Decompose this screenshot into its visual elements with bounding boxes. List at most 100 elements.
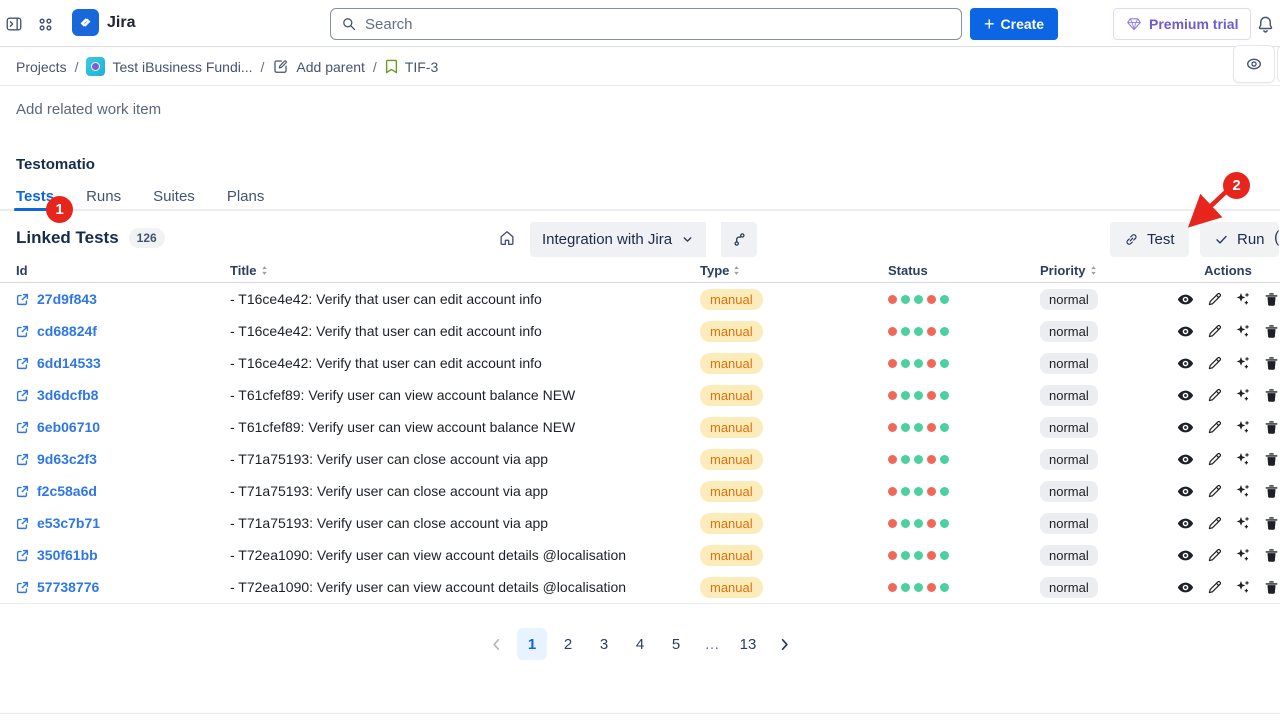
type-badge: manual — [700, 481, 763, 502]
external-link-icon[interactable] — [16, 581, 29, 594]
external-link-icon[interactable] — [16, 293, 29, 306]
sparkles-icon[interactable] — [1235, 323, 1251, 339]
chevron-right-icon[interactable] — [769, 628, 799, 660]
pencil-icon[interactable] — [1207, 292, 1222, 307]
test-id-link[interactable]: 6dd14533 — [37, 355, 101, 371]
search-input[interactable] — [365, 16, 951, 33]
trash-icon[interactable] — [1264, 324, 1279, 339]
sparkles-icon[interactable] — [1235, 387, 1251, 403]
pencil-icon[interactable] — [1207, 580, 1222, 595]
eye-icon[interactable] — [1177, 291, 1194, 308]
test-id-link[interactable]: 3d6dcfb8 — [37, 387, 98, 403]
test-title: - T71a75193: Verify user can close accou… — [230, 483, 548, 499]
test-id-link[interactable]: cd68824f — [37, 323, 97, 339]
external-link-icon[interactable] — [16, 389, 29, 402]
test-id-link[interactable]: 57738776 — [37, 579, 99, 595]
trash-icon[interactable] — [1264, 452, 1279, 467]
tab-plans[interactable]: Plans — [227, 188, 265, 209]
pencil-icon[interactable] — [1207, 388, 1222, 403]
eye-icon[interactable] — [1177, 483, 1194, 500]
status-dot-green — [914, 487, 923, 496]
page-button-5[interactable]: 5 — [661, 628, 691, 660]
test-id-link[interactable]: 27d9f843 — [37, 291, 97, 307]
external-link-icon[interactable] — [16, 421, 29, 434]
test-id-link[interactable]: 350f61bb — [37, 547, 98, 563]
trash-icon[interactable] — [1264, 388, 1279, 403]
sparkles-icon[interactable] — [1235, 515, 1251, 531]
page-button-2[interactable]: 2 — [553, 628, 583, 660]
header-type[interactable]: Type — [700, 263, 888, 278]
tab-runs[interactable]: Runs — [86, 188, 121, 209]
page-button-4[interactable]: 4 — [625, 628, 655, 660]
trash-icon[interactable] — [1264, 484, 1279, 499]
test-id-link[interactable]: f2c58a6d — [37, 483, 97, 499]
pencil-icon[interactable] — [1207, 324, 1222, 339]
eye-icon[interactable] — [1177, 355, 1194, 372]
sparkles-icon[interactable] — [1235, 355, 1251, 371]
header-id[interactable]: Id — [16, 263, 230, 278]
page-button-3[interactable]: 3 — [589, 628, 619, 660]
eye-icon[interactable] — [1177, 387, 1194, 404]
breadcrumb-issue[interactable]: TIF-3 — [385, 59, 438, 75]
home-icon[interactable] — [498, 229, 516, 252]
bookmark-icon — [385, 59, 398, 74]
sparkles-icon[interactable] — [1235, 579, 1251, 595]
add-parent-button[interactable]: Add parent — [272, 58, 365, 75]
pencil-icon[interactable] — [1207, 516, 1222, 531]
trash-icon[interactable] — [1264, 516, 1279, 531]
sparkles-icon[interactable] — [1235, 419, 1251, 435]
header-priority[interactable]: Priority — [1040, 263, 1180, 278]
eye-icon[interactable] — [1177, 579, 1194, 596]
trash-icon[interactable] — [1264, 580, 1279, 595]
pencil-icon[interactable] — [1207, 356, 1222, 371]
priority-badge: normal — [1040, 289, 1098, 310]
trash-icon[interactable] — [1264, 356, 1279, 371]
external-link-icon[interactable] — [16, 325, 29, 338]
branch-icon[interactable] — [719, 222, 757, 257]
breadcrumb-projects[interactable]: Projects — [16, 59, 67, 75]
pencil-icon[interactable] — [1207, 484, 1222, 499]
add-related-work-item[interactable]: Add related work item — [16, 101, 161, 118]
premium-trial-button[interactable]: Premium trial — [1113, 8, 1251, 40]
sparkles-icon[interactable] — [1235, 547, 1251, 563]
test-id-link[interactable]: 6eb06710 — [37, 419, 100, 435]
breadcrumb-project[interactable]: Test iBusiness Fundi... — [86, 57, 252, 76]
pencil-icon[interactable] — [1207, 548, 1222, 563]
app-switcher-icon[interactable] — [33, 12, 57, 36]
add-test-button[interactable]: Test — [1110, 222, 1189, 257]
sparkles-icon[interactable] — [1235, 483, 1251, 499]
watch-button[interactable] — [1233, 45, 1275, 83]
trash-icon[interactable] — [1264, 548, 1279, 563]
eye-icon[interactable] — [1177, 515, 1194, 532]
page-button-13[interactable]: 13 — [733, 628, 763, 660]
trash-icon[interactable] — [1264, 420, 1279, 435]
priority-badge: normal — [1040, 577, 1098, 598]
external-link-icon[interactable] — [16, 549, 29, 562]
tab-suites[interactable]: Suites — [153, 188, 195, 209]
test-id-link[interactable]: e53c7b71 — [37, 515, 100, 531]
pencil-icon[interactable] — [1207, 452, 1222, 467]
header-title[interactable]: Title — [230, 263, 700, 278]
eye-icon[interactable] — [1177, 451, 1194, 468]
sparkles-icon[interactable] — [1235, 451, 1251, 467]
external-link-icon[interactable] — [16, 517, 29, 530]
page-button-1[interactable]: 1 — [517, 628, 547, 660]
create-button[interactable]: + Create — [970, 8, 1058, 40]
pencil-icon[interactable] — [1207, 420, 1222, 435]
external-link-icon[interactable] — [16, 453, 29, 466]
test-id-link[interactable]: 9d63c2f3 — [37, 451, 97, 467]
sparkles-icon[interactable] — [1235, 291, 1251, 307]
page-numbers: 12345…13 — [517, 628, 763, 660]
trash-icon[interactable] — [1264, 292, 1279, 307]
jira-logo[interactable]: Jira — [72, 9, 135, 36]
test-title: - T72ea1090: Verify user can view accoun… — [230, 547, 626, 563]
bell-icon[interactable] — [1253, 12, 1277, 36]
external-link-icon[interactable] — [16, 485, 29, 498]
branch-selector-dropdown[interactable]: Integration with Jira — [530, 222, 706, 257]
search-bar[interactable] — [330, 8, 962, 40]
eye-icon[interactable] — [1177, 547, 1194, 564]
eye-icon[interactable] — [1177, 323, 1194, 340]
eye-icon[interactable] — [1177, 419, 1194, 436]
external-link-icon[interactable] — [16, 357, 29, 370]
sidebar-toggle-icon[interactable] — [2, 12, 26, 36]
